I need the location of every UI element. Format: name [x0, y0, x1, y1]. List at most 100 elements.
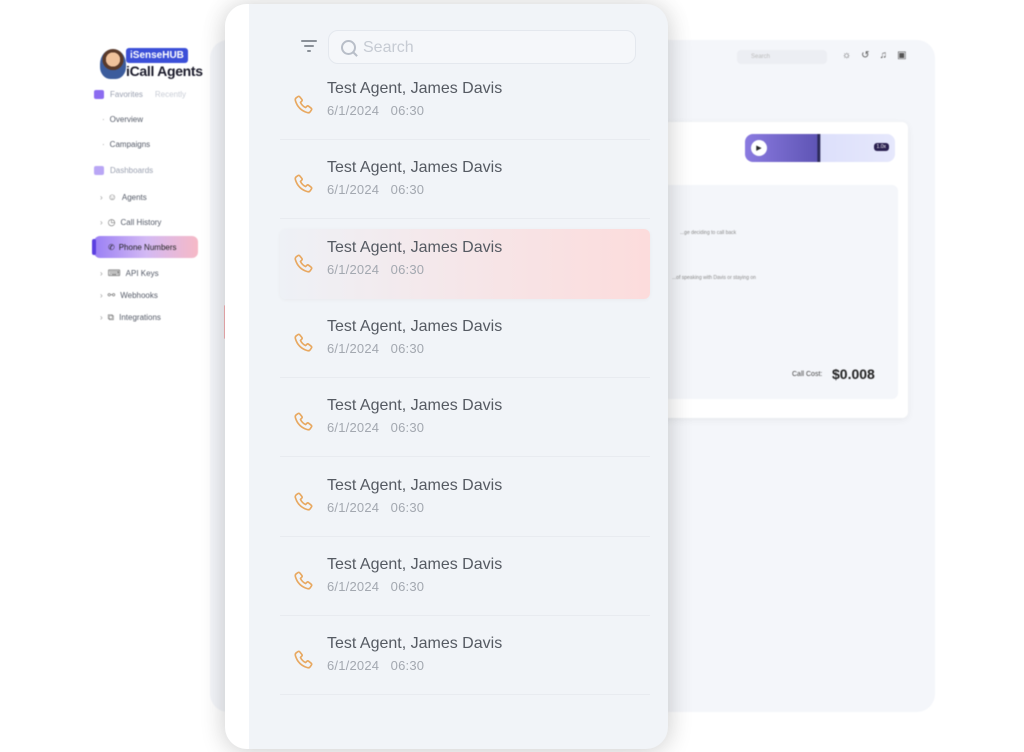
call-time: 06:30: [390, 420, 425, 436]
dashboards-section: Dashboards: [94, 166, 153, 175]
chevron-right-icon: ›: [100, 218, 103, 227]
sidebar-item-overview[interactable]: · Overview: [102, 115, 143, 124]
favorites-section: Favorites Recently: [94, 90, 186, 99]
call-list-item[interactable]: Test Agent, James Davis 6/1/2024 06:30: [280, 308, 650, 378]
search-field[interactable]: [328, 30, 636, 64]
chevron-right-icon: ›: [100, 192, 103, 202]
call-title: Test Agent, James Davis: [327, 80, 503, 97]
call-time: 06:30: [390, 103, 425, 118]
call-time: 06:30: [390, 578, 425, 594]
call-datetime: 6/1/2024 06:30: [327, 658, 424, 673]
history-icon: ◷: [107, 217, 116, 227]
chevron-right-icon: ›: [100, 269, 103, 278]
call-cost-value: $0.008: [832, 366, 875, 382]
topbar-search-input[interactable]: Search: [737, 50, 827, 64]
panel-icon[interactable]: ▣: [897, 50, 906, 61]
sidebar-item-agents[interactable]: › ☺ Agents: [100, 192, 147, 202]
call-datetime: 6/1/2024 06:30: [327, 500, 424, 515]
call-list-item[interactable]: Test Agent, James Davis 6/1/2024 06:30: [280, 387, 650, 458]
history-icon[interactable]: ↺: [861, 50, 869, 61]
brand-name: iCall Agents: [126, 63, 203, 79]
sidebar-item-label: Phone Numbers: [118, 242, 177, 252]
call-datetime: 6/1/2024 06:30: [327, 579, 424, 594]
call-title: Test Agent, James Davis: [327, 238, 503, 256]
sidebar-item-label: Overview: [109, 115, 144, 124]
call-title: Test Agent, James Davis: [327, 317, 503, 335]
brand-tag: iSenseHUB: [126, 48, 188, 63]
call-time: 06:30: [390, 499, 425, 515]
call-list-item[interactable]: Test Agent, James Davis 6/1/2024 06:30: [280, 467, 650, 537]
agent-icon: ☺: [107, 192, 117, 202]
speed-badge[interactable]: 1.0x: [873, 143, 889, 151]
topbar-icons: ☼ ↺ ♫ ▣: [842, 50, 907, 61]
call-list-modal: Test Agent, James Davis 6/1/2024 06:30 Tes…: [225, 4, 668, 749]
sidebar-item-label: Campaigns: [109, 140, 151, 149]
sidebar-item-integrations[interactable]: › ⧉ Integrations: [100, 312, 161, 323]
phone-icon: [294, 95, 313, 114]
sidebar-item-webhooks[interactable]: › ⚯ Webhooks: [100, 290, 158, 301]
modal-left-edge: [225, 4, 249, 749]
call-date: 6/1/2024: [327, 420, 380, 436]
call-list-item[interactable]: Test Agent, James Davis 6/1/2024 06:30: [280, 70, 650, 140]
phone-icon: [294, 333, 313, 352]
chevron-right-icon: ›: [100, 291, 103, 300]
dot-icon: ·: [102, 140, 105, 149]
call-time: 06:30: [390, 340, 425, 356]
call-datetime: 6/1/2024 06:30: [327, 103, 424, 118]
call-datetime: 6/1/2024 06:30: [327, 420, 424, 435]
favorites-icon: [94, 90, 104, 99]
dot-icon: ·: [102, 115, 105, 124]
call-datetime: 6/1/2024 06:30: [327, 182, 424, 197]
sidebar-item-label: Call History: [120, 218, 162, 227]
phone-icon: [294, 571, 313, 590]
audio-player[interactable]: ▶ 1.0x: [745, 134, 895, 162]
call-cost-label: Call Cost:: [792, 371, 823, 378]
call-datetime: 6/1/2024 06:30: [327, 262, 424, 277]
call-time: 06:30: [390, 261, 425, 277]
call-title: Test Agent, James Davis: [327, 555, 503, 573]
filter-icon[interactable]: [301, 40, 317, 54]
sidebar-item-label: Webhooks: [120, 291, 158, 300]
call-date: 6/1/2024: [327, 182, 380, 198]
call-datetime: 6/1/2024 06:30: [327, 341, 424, 356]
sidebar-item-api-keys[interactable]: › ⌨ API Keys: [100, 268, 159, 279]
call-title: Test Agent, James Davis: [327, 476, 503, 494]
call-date: 6/1/2024: [327, 578, 380, 594]
call-list-item[interactable]: Test Agent, James Davis 6/1/2024 06:30: [280, 625, 650, 696]
sidebar-item-campaigns[interactable]: · Campaigns: [102, 140, 150, 149]
favorites-label[interactable]: Favorites: [110, 90, 143, 99]
avatar: [100, 49, 126, 79]
phone-icon: [294, 174, 313, 193]
bell-icon[interactable]: ♫: [880, 50, 888, 61]
sidebar-item-label: API Keys: [125, 269, 159, 278]
sun-icon[interactable]: ☼: [842, 50, 851, 61]
brand-logo[interactable]: iSenseHUB iCall Agents: [100, 47, 230, 87]
call-date: 6/1/2024: [327, 103, 380, 118]
call-date: 6/1/2024: [327, 340, 380, 356]
call-list-item[interactable]: Test Agent, James Davis 6/1/2024 06:30: [280, 149, 650, 220]
phone-icon: [294, 650, 313, 669]
sidebar-item-call-history[interactable]: › ◷ Call History: [100, 217, 161, 228]
sidebar-item-phone-numbers[interactable]: ✆ Phone Numbers: [92, 236, 198, 258]
call-time: 06:30: [390, 658, 425, 674]
phone-icon: ✆: [108, 242, 115, 252]
transcript-line: ...of speaking with Davis or staying on: [672, 275, 756, 281]
search-icon: [341, 40, 356, 55]
call-title: Test Agent, James Davis: [327, 635, 503, 653]
integrations-icon: ⧉: [107, 312, 115, 322]
webhook-icon: ⚯: [107, 290, 116, 300]
dashboards-icon: [94, 166, 104, 175]
call-list-item[interactable]: Test Agent, James Davis 6/1/2024 06:30: [280, 546, 650, 616]
call-time: 06:30: [390, 182, 425, 198]
search-input[interactable]: [361, 35, 625, 61]
key-icon: ⌨: [107, 268, 121, 278]
play-icon[interactable]: ▶: [751, 140, 767, 156]
call-date: 6/1/2024: [327, 261, 380, 277]
call-list-item[interactable]: Test Agent, James Davis 6/1/2024 06:30: [280, 228, 650, 299]
call-date: 6/1/2024: [327, 499, 380, 515]
sidebar-item-label: Integrations: [119, 313, 161, 322]
call-title: Test Agent, James Davis: [327, 397, 503, 415]
phone-icon: [294, 412, 313, 431]
recently-label[interactable]: Recently: [155, 90, 186, 99]
phone-icon: [294, 492, 313, 511]
